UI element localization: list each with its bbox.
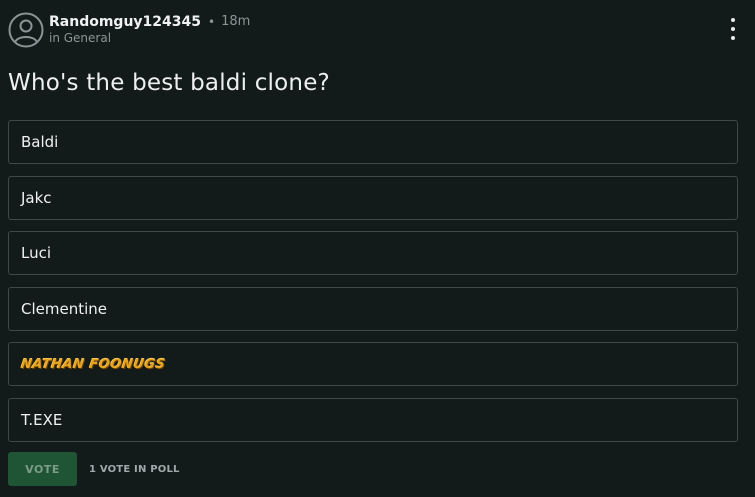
poll-option-label: Luci [21, 244, 52, 262]
poll-option-label: Clementine [21, 299, 108, 318]
poll-footer: VOTE 1 VOTE IN POLL [8, 452, 180, 486]
poll-option[interactable]: Luci [8, 231, 738, 275]
community-label[interactable]: in General [49, 31, 250, 45]
meta-separator: • [207, 15, 216, 29]
author-line: Randomguy124345 • 18m [49, 13, 250, 31]
post-header: Randomguy124345 • 18m in General [8, 12, 250, 48]
poll-option-label: Jakc [21, 188, 52, 207]
vote-count: 1 VOTE IN POLL [89, 463, 180, 475]
poll-option[interactable]: NATHAN FOONUGS [8, 342, 738, 386]
more-options-button[interactable] [725, 18, 741, 40]
kebab-dot [731, 27, 735, 31]
poll-option[interactable]: T.EXE [8, 397, 738, 442]
author-username[interactable]: Randomguy124345 [49, 13, 201, 31]
poll-option[interactable]: Jakc [8, 175, 738, 220]
post-meta: Randomguy124345 • 18m in General [49, 13, 250, 45]
poll-options: Baldi Jakc Luci Clementine NATHAN FOONUG… [8, 120, 738, 453]
poll-option[interactable]: Clementine [8, 286, 738, 331]
poll-option-label-stylized: NATHAN FOONUGS [19, 356, 167, 372]
kebab-dot [731, 36, 735, 40]
user-avatar-icon[interactable] [8, 12, 44, 48]
poll-option[interactable]: Baldi [8, 120, 738, 164]
vote-button[interactable]: VOTE [8, 452, 77, 486]
poll-post: Randomguy124345 • 18m in General Who's t… [0, 0, 755, 497]
poll-option-label: Baldi [21, 133, 59, 151]
poll-option-label: T.EXE [21, 410, 63, 429]
post-time: 18m [221, 14, 251, 29]
poll-title: Who's the best baldi clone? [8, 70, 330, 96]
kebab-dot [731, 18, 735, 22]
